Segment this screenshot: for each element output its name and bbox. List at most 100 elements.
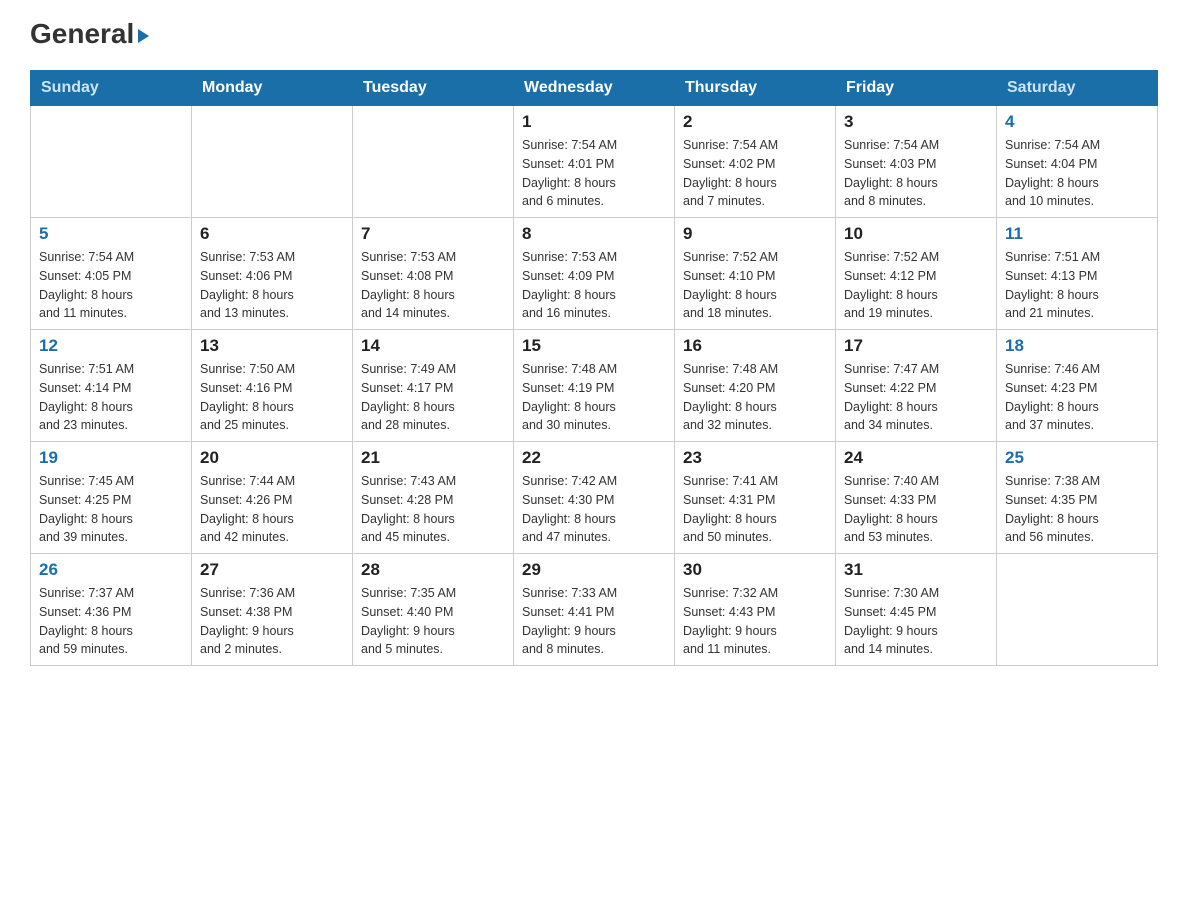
calendar-header-row: SundayMondayTuesdayWednesdayThursdayFrid… <box>31 71 1158 106</box>
header-saturday: Saturday <box>997 71 1158 106</box>
day-number: 1 <box>522 112 666 132</box>
day-info: Sunrise: 7:33 AM Sunset: 4:41 PM Dayligh… <box>522 584 666 659</box>
day-number: 16 <box>683 336 827 356</box>
day-number: 7 <box>361 224 505 244</box>
day-info: Sunrise: 7:36 AM Sunset: 4:38 PM Dayligh… <box>200 584 344 659</box>
day-info: Sunrise: 7:49 AM Sunset: 4:17 PM Dayligh… <box>361 360 505 435</box>
calendar-cell: 5Sunrise: 7:54 AM Sunset: 4:05 PM Daylig… <box>31 218 192 330</box>
calendar-cell: 9Sunrise: 7:52 AM Sunset: 4:10 PM Daylig… <box>675 218 836 330</box>
day-number: 10 <box>844 224 988 244</box>
calendar-cell: 26 Sunrise: 7:37 AM Sunset: 4:36 PM Dayli… <box>31 554 192 666</box>
calendar-cell: 18 Sunrise: 7:46 AM Sunset: 4:23 PM Dayli… <box>997 330 1158 442</box>
calendar-cell: 22 Sunrise: 7:42 AM Sunset: 4:30 PM Dayli… <box>514 442 675 554</box>
calendar-cell: 29 Sunrise: 7:33 AM Sunset: 4:41 PM Dayli… <box>514 554 675 666</box>
calendar-cell: 23Sunrise: 7:41 AM Sunset: 4:31 PM Dayli… <box>675 442 836 554</box>
header-sunday: Sunday <box>31 71 192 106</box>
day-info: Sunrise: 7:40 AM Sunset: 4:33 PM Dayligh… <box>844 472 988 547</box>
day-info: Sunrise: 7:54 AM Sunset: 4:04 PM Dayligh… <box>1005 136 1149 211</box>
day-number: 21 <box>361 448 505 468</box>
day-number: 2 <box>683 112 827 132</box>
calendar-cell: 8Sunrise: 7:53 AM Sunset: 4:09 PM Daylig… <box>514 218 675 330</box>
calendar-cell: 31 Sunrise: 7:30 AM Sunset: 4:45 PM Dayli… <box>836 554 997 666</box>
day-info: Sunrise: 7:35 AM Sunset: 4:40 PM Dayligh… <box>361 584 505 659</box>
day-number: 14 <box>361 336 505 356</box>
day-info: Sunrise: 7:44 AM Sunset: 4:26 PM Dayligh… <box>200 472 344 547</box>
day-number: 8 <box>522 224 666 244</box>
day-info: Sunrise: 7:46 AM Sunset: 4:23 PM Dayligh… <box>1005 360 1149 435</box>
day-info: Sunrise: 7:30 AM Sunset: 4:45 PM Dayligh… <box>844 584 988 659</box>
logo: General <box>30 20 149 50</box>
day-info: Sunrise: 7:53 AM Sunset: 4:08 PM Dayligh… <box>361 248 505 323</box>
day-info: Sunrise: 7:54 AM Sunset: 4:05 PM Dayligh… <box>39 248 183 323</box>
day-info: Sunrise: 7:47 AM Sunset: 4:22 PM Dayligh… <box>844 360 988 435</box>
day-info: Sunrise: 7:52 AM Sunset: 4:10 PM Dayligh… <box>683 248 827 323</box>
calendar-week-4: 19 Sunrise: 7:45 AM Sunset: 4:25 PM Dayli… <box>31 442 1158 554</box>
day-info: Sunrise: 7:41 AM Sunset: 4:31 PM Dayligh… <box>683 472 827 547</box>
day-number: 18 <box>1005 336 1149 356</box>
day-info: Sunrise: 7:32 AM Sunset: 4:43 PM Dayligh… <box>683 584 827 659</box>
day-info: Sunrise: 7:52 AM Sunset: 4:12 PM Dayligh… <box>844 248 988 323</box>
day-number: 24 <box>844 448 988 468</box>
calendar-table: SundayMondayTuesdayWednesdayThursdayFrid… <box>30 70 1158 666</box>
day-number: 31 <box>844 560 988 580</box>
day-info: Sunrise: 7:53 AM Sunset: 4:06 PM Dayligh… <box>200 248 344 323</box>
calendar-cell: 27 Sunrise: 7:36 AM Sunset: 4:38 PM Dayli… <box>192 554 353 666</box>
day-number: 3 <box>844 112 988 132</box>
calendar-week-5: 26 Sunrise: 7:37 AM Sunset: 4:36 PM Dayli… <box>31 554 1158 666</box>
calendar-cell: 12 Sunrise: 7:51 AM Sunset: 4:14 PM Dayli… <box>31 330 192 442</box>
calendar-cell: 13 Sunrise: 7:50 AM Sunset: 4:16 PM Dayli… <box>192 330 353 442</box>
calendar-cell <box>353 106 514 218</box>
day-number: 20 <box>200 448 344 468</box>
day-number: 22 <box>522 448 666 468</box>
calendar-cell: 1 Sunrise: 7:54 AM Sunset: 4:01 PM Daylig… <box>514 106 675 218</box>
day-info: Sunrise: 7:37 AM Sunset: 4:36 PM Dayligh… <box>39 584 183 659</box>
day-info: Sunrise: 7:45 AM Sunset: 4:25 PM Dayligh… <box>39 472 183 547</box>
calendar-week-3: 12 Sunrise: 7:51 AM Sunset: 4:14 PM Dayli… <box>31 330 1158 442</box>
day-info: Sunrise: 7:54 AM Sunset: 4:01 PM Dayligh… <box>522 136 666 211</box>
calendar-cell <box>192 106 353 218</box>
day-number: 12 <box>39 336 183 356</box>
logo-line1: General <box>30 20 149 48</box>
calendar-cell: 6 Sunrise: 7:53 AM Sunset: 4:06 PM Daylig… <box>192 218 353 330</box>
day-number: 19 <box>39 448 183 468</box>
calendar-week-2: 5Sunrise: 7:54 AM Sunset: 4:05 PM Daylig… <box>31 218 1158 330</box>
day-number: 26 <box>39 560 183 580</box>
calendar-cell: 20 Sunrise: 7:44 AM Sunset: 4:26 PM Dayli… <box>192 442 353 554</box>
calendar-cell: 2Sunrise: 7:54 AM Sunset: 4:02 PM Daylig… <box>675 106 836 218</box>
day-number: 28 <box>361 560 505 580</box>
calendar-cell: 19 Sunrise: 7:45 AM Sunset: 4:25 PM Dayli… <box>31 442 192 554</box>
day-info: Sunrise: 7:51 AM Sunset: 4:14 PM Dayligh… <box>39 360 183 435</box>
day-info: Sunrise: 7:48 AM Sunset: 4:20 PM Dayligh… <box>683 360 827 435</box>
calendar-cell: 3 Sunrise: 7:54 AM Sunset: 4:03 PM Daylig… <box>836 106 997 218</box>
day-number: 29 <box>522 560 666 580</box>
calendar-cell: 11 Sunrise: 7:51 AM Sunset: 4:13 PM Dayli… <box>997 218 1158 330</box>
header-monday: Monday <box>192 71 353 106</box>
day-info: Sunrise: 7:42 AM Sunset: 4:30 PM Dayligh… <box>522 472 666 547</box>
day-number: 13 <box>200 336 344 356</box>
calendar-cell: 17 Sunrise: 7:47 AM Sunset: 4:22 PM Dayli… <box>836 330 997 442</box>
day-info: Sunrise: 7:51 AM Sunset: 4:13 PM Dayligh… <box>1005 248 1149 323</box>
day-info: Sunrise: 7:43 AM Sunset: 4:28 PM Dayligh… <box>361 472 505 547</box>
day-number: 11 <box>1005 224 1149 244</box>
day-number: 4 <box>1005 112 1149 132</box>
calendar-cell: 7 Sunrise: 7:53 AM Sunset: 4:08 PM Daylig… <box>353 218 514 330</box>
day-number: 27 <box>200 560 344 580</box>
calendar-cell: 10 Sunrise: 7:52 AM Sunset: 4:12 PM Dayli… <box>836 218 997 330</box>
calendar-cell: 28 Sunrise: 7:35 AM Sunset: 4:40 PM Dayli… <box>353 554 514 666</box>
day-number: 15 <box>522 336 666 356</box>
day-number: 30 <box>683 560 827 580</box>
day-info: Sunrise: 7:54 AM Sunset: 4:03 PM Dayligh… <box>844 136 988 211</box>
calendar-cell: 25Sunrise: 7:38 AM Sunset: 4:35 PM Dayli… <box>997 442 1158 554</box>
day-number: 6 <box>200 224 344 244</box>
calendar-cell: 4 Sunrise: 7:54 AM Sunset: 4:04 PM Daylig… <box>997 106 1158 218</box>
header-tuesday: Tuesday <box>353 71 514 106</box>
calendar-cell: 15 Sunrise: 7:48 AM Sunset: 4:19 PM Dayli… <box>514 330 675 442</box>
calendar-cell: 16 Sunrise: 7:48 AM Sunset: 4:20 PM Dayli… <box>675 330 836 442</box>
day-number: 17 <box>844 336 988 356</box>
calendar-cell: 14 Sunrise: 7:49 AM Sunset: 4:17 PM Dayli… <box>353 330 514 442</box>
day-info: Sunrise: 7:50 AM Sunset: 4:16 PM Dayligh… <box>200 360 344 435</box>
page-header: General <box>30 20 1158 50</box>
day-info: Sunrise: 7:48 AM Sunset: 4:19 PM Dayligh… <box>522 360 666 435</box>
calendar-cell: 30 Sunrise: 7:32 AM Sunset: 4:43 PM Dayli… <box>675 554 836 666</box>
calendar-cell: 21 Sunrise: 7:43 AM Sunset: 4:28 PM Dayli… <box>353 442 514 554</box>
